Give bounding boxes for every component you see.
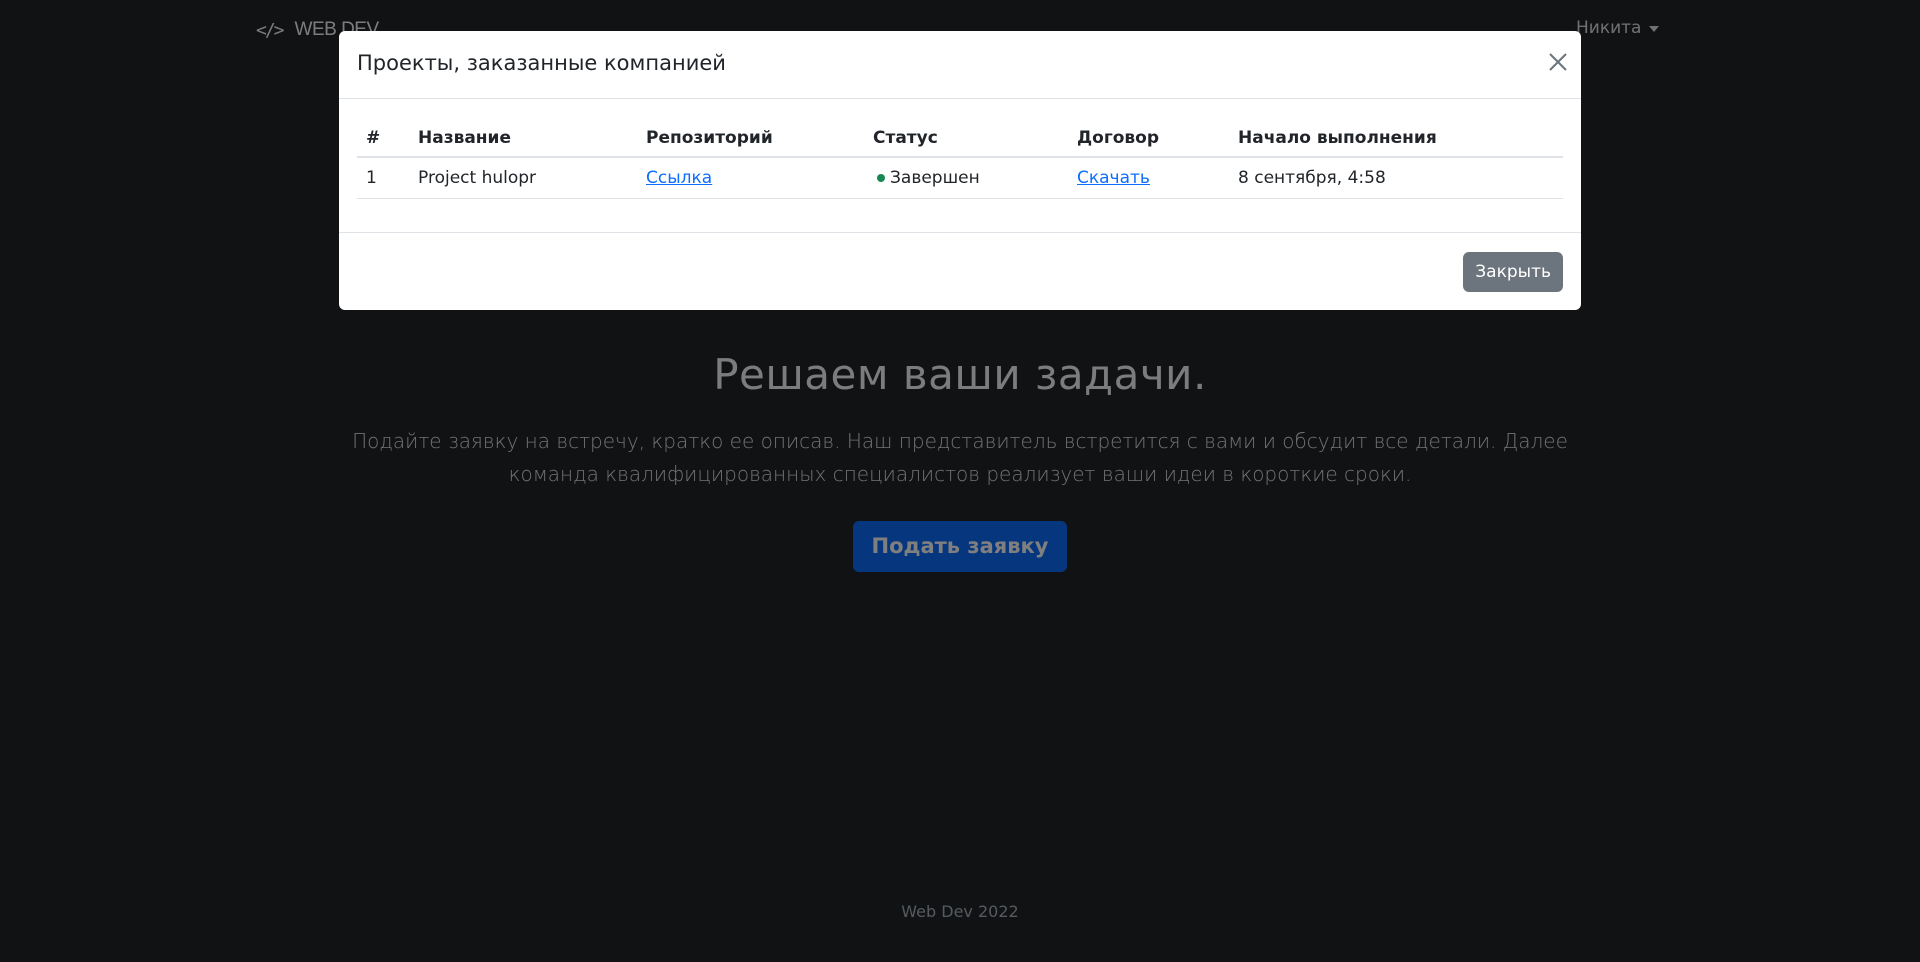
- modal-title: Проекты, заказанные компанией: [357, 51, 726, 75]
- status-text: Завершен: [890, 168, 980, 188]
- table-row: 1 Project hulopr Ссылка Завершен Скачать…: [357, 157, 1563, 199]
- cell-contract: Скачать: [1068, 157, 1229, 199]
- table-header-row: # Название Репозиторий Статус Договор На…: [357, 119, 1563, 158]
- modal-body: # Название Репозиторий Статус Договор На…: [339, 99, 1581, 233]
- cell-number: 1: [357, 157, 409, 199]
- column-header-number: #: [357, 119, 409, 158]
- column-header-status: Статус: [864, 119, 1068, 158]
- projects-modal: Проекты, заказанные компанией # Название…: [339, 31, 1581, 310]
- modal-header: Проекты, заказанные компанией: [339, 31, 1581, 99]
- modal-close-button[interactable]: [1545, 49, 1571, 75]
- column-header-contract: Договор: [1068, 119, 1229, 158]
- cell-status: Завершен: [864, 157, 1068, 199]
- repo-link[interactable]: Ссылка: [646, 168, 712, 188]
- contract-download-link[interactable]: Скачать: [1077, 168, 1150, 188]
- cell-name: Project hulopr: [409, 157, 637, 199]
- cell-start: 8 сентября, 4:58: [1229, 157, 1563, 199]
- column-header-start: Начало выполнения: [1229, 119, 1563, 158]
- cell-repo: Ссылка: [637, 157, 864, 199]
- projects-table: # Название Репозиторий Статус Договор На…: [357, 119, 1563, 199]
- column-header-name: Название: [409, 119, 637, 158]
- close-icon: [1549, 53, 1567, 71]
- status-dot-icon: [877, 174, 885, 182]
- modal-footer: Закрыть: [339, 233, 1581, 310]
- close-button[interactable]: Закрыть: [1463, 252, 1563, 292]
- column-header-repo: Репозиторий: [637, 119, 864, 158]
